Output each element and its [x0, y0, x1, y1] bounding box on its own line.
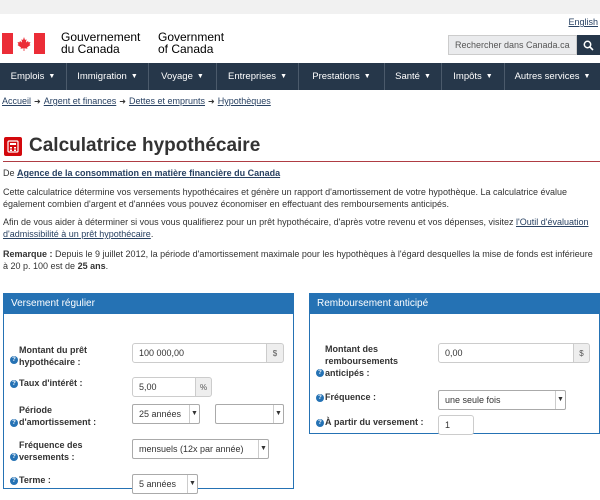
- interest-rate-input[interactable]: 5,00: [132, 377, 196, 397]
- search-icon: [583, 40, 594, 51]
- title-underline: [3, 161, 600, 162]
- main-menu: Emplois ▼ Immigration ▼ Voyage ▼ Entreprise…: [0, 63, 600, 90]
- chevron-down-icon: ▼: [187, 475, 197, 493]
- dollar-addon: $: [573, 343, 590, 363]
- breadcrumb: Accueil ➜ Argent et finances ➜ Dettes et emp…: [2, 96, 271, 106]
- amortization-years-select[interactable]: 25 années ▼: [132, 404, 200, 424]
- chevron-down-icon: ▼: [189, 405, 199, 423]
- arrow-right-icon: ➜: [119, 97, 126, 106]
- nav-item-autres-services[interactable]: Autres services ▼: [505, 63, 600, 90]
- nav-item-voyage[interactable]: Voyage ▼: [149, 63, 217, 90]
- amortization-months-select[interactable]: ▼: [215, 404, 284, 424]
- term-select[interactable]: 5 années ▼: [132, 474, 198, 494]
- source-line: De Agence de la consommation en matière …: [3, 168, 281, 178]
- dollar-addon: $: [266, 343, 284, 363]
- arrow-right-icon: ➜: [208, 97, 215, 106]
- payment-frequency-select[interactable]: mensuels (12x par année) ▼: [132, 439, 269, 459]
- nav-item-immigration[interactable]: Immigration ▼: [67, 63, 149, 90]
- nav-item-emplois[interactable]: Emplois ▼: [0, 63, 67, 90]
- page-title: Calculatrice hypothécaire: [29, 135, 261, 156]
- chevron-down-icon: ▼: [196, 73, 204, 80]
- term-label: Terme :: [19, 475, 51, 485]
- help-icon[interactable]: ?: [10, 453, 18, 461]
- prepayment-frequency-select[interactable]: une seule fois ▼: [438, 390, 566, 410]
- top-strip: [0, 0, 600, 14]
- help-icon[interactable]: ?: [316, 369, 324, 377]
- nav-item-entreprises[interactable]: Entreprises ▼: [217, 63, 299, 90]
- chevron-down-icon: ▼: [258, 440, 268, 458]
- chevron-down-icon: ▼: [555, 391, 565, 409]
- help-icon[interactable]: ?: [10, 380, 18, 388]
- help-icon[interactable]: ?: [10, 356, 18, 364]
- calculator-icon: [4, 137, 22, 156]
- regular-payment-panel: Versement régulier ? Montant du prêt hyp…: [3, 293, 294, 494]
- breadcrumb-dettes-emprunts[interactable]: Dettes et emprunts: [129, 96, 205, 106]
- intro-paragraph: Cette calculatrice détermine vos verseme…: [3, 187, 568, 209]
- start-payment-input[interactable]: 1: [438, 415, 474, 435]
- nav-item-prestations[interactable]: Prestations ▼: [299, 63, 385, 90]
- eligibility-paragraph: Afin de vous aider à déterminer si vous …: [3, 217, 589, 239]
- mortgage-amount-input[interactable]: 100 000,00: [132, 343, 267, 363]
- search-input[interactable]: Rechercher dans Canada.ca: [448, 35, 577, 55]
- breadcrumb-accueil[interactable]: Accueil: [2, 96, 31, 106]
- amortization-label: Période d'amortissement :: [19, 405, 97, 427]
- language-toggle-link[interactable]: English: [568, 17, 598, 27]
- mortgage-amount-label: Montant du prêt hypothécaire :: [19, 345, 87, 367]
- help-icon[interactable]: ?: [10, 477, 18, 485]
- nav-item-sante[interactable]: Santé ▼: [385, 63, 442, 90]
- chevron-down-icon: ▼: [485, 73, 493, 80]
- panel-heading: Versement régulier: [4, 294, 293, 314]
- percent-addon: %: [195, 377, 212, 397]
- signature-english[interactable]: Government of Canada: [158, 31, 238, 55]
- payment-frequency-label: Fréquence des versements :: [19, 440, 83, 462]
- chevron-down-icon: ▼: [273, 405, 283, 423]
- remark-paragraph: Remarque : Depuis le 9 juillet 2012, la …: [3, 249, 593, 271]
- nav-item-impots[interactable]: Impôts ▼: [442, 63, 505, 90]
- search-button[interactable]: [577, 35, 600, 55]
- help-icon[interactable]: ?: [316, 419, 324, 427]
- prepayment-amount-input[interactable]: 0,00: [438, 343, 574, 363]
- canada-flag-icon: [2, 33, 45, 54]
- prepayment-frequency-label: Fréquence :: [325, 392, 377, 402]
- fcac-link[interactable]: Agence de la consommation en matière fin…: [17, 168, 280, 178]
- signature-french[interactable]: Gouvernement du Canada: [61, 31, 153, 55]
- help-icon[interactable]: ?: [316, 394, 324, 402]
- chevron-down-icon: ▼: [48, 73, 56, 80]
- help-icon[interactable]: ?: [10, 419, 18, 427]
- chevron-down-icon: ▼: [423, 73, 431, 80]
- panel-heading: Remboursement anticipé: [310, 294, 599, 314]
- breadcrumb-argent-finances[interactable]: Argent et finances: [44, 96, 117, 106]
- interest-rate-label: Taux d'intérêt :: [19, 378, 83, 388]
- breadcrumb-hypotheques[interactable]: Hypothèques: [218, 96, 271, 106]
- arrow-right-icon: ➜: [34, 97, 41, 106]
- prepayment-amount-label: Montant des remboursements anticipés :: [325, 344, 399, 378]
- prepayment-panel: Remboursement anticipé ? Montant des rem…: [309, 293, 600, 435]
- start-payment-label: À partir du versement :: [325, 417, 424, 427]
- chevron-down-icon: ▼: [130, 73, 138, 80]
- chevron-down-icon: ▼: [583, 73, 591, 80]
- chevron-down-icon: ▼: [363, 73, 371, 80]
- chevron-down-icon: ▼: [280, 73, 287, 80]
